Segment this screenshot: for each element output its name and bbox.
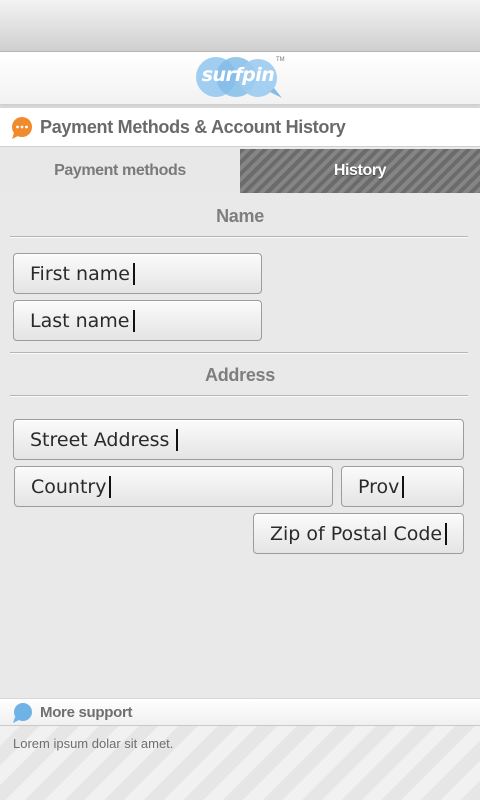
text-caret <box>132 309 135 332</box>
country-field[interactable]: Country <box>14 466 333 507</box>
text-caret <box>445 522 448 545</box>
province-placeholder: Prov <box>358 475 400 498</box>
page-title: Payment Methods & Account History <box>40 117 346 137</box>
text-caret <box>402 475 405 498</box>
more-support-label: More support <box>40 704 133 721</box>
tab-payment-methods[interactable]: Payment methods <box>0 149 240 193</box>
more-support-bar[interactable]: More support <box>0 698 480 726</box>
last-name-field[interactable]: Last name <box>13 300 262 341</box>
footer: Lorem ipsum dolar sit amet. <box>0 726 480 800</box>
surfpin-logo: surfpin TM <box>194 56 288 100</box>
address-section-heading: Address <box>205 365 275 385</box>
page-header: Payment Methods & Account History <box>0 107 480 147</box>
status-bar <box>0 0 480 52</box>
divider <box>10 395 468 397</box>
street-address-placeholder: Street Address <box>30 428 170 451</box>
text-caret <box>132 262 135 285</box>
province-field[interactable]: Prov <box>341 466 464 507</box>
divider <box>10 352 468 354</box>
logo-text: surfpin <box>201 64 275 86</box>
text-caret <box>176 428 179 451</box>
footer-text: Lorem ipsum dolar sit amet. <box>13 736 174 751</box>
street-address-field[interactable]: Street Address <box>13 419 464 460</box>
trademark-mark: TM <box>276 57 285 63</box>
postal-code-placeholder: Zip of Postal Code <box>270 522 443 545</box>
text-caret <box>109 475 112 498</box>
country-placeholder: Country <box>31 475 107 498</box>
name-section-heading: Name <box>216 206 264 226</box>
tab-bar: Payment methods History <box>0 149 480 193</box>
logo-bar: surfpin TM <box>0 52 480 105</box>
postal-code-field[interactable]: Zip of Postal Code <box>253 513 464 554</box>
chat-bubble-icon <box>12 117 32 139</box>
speech-bubble-icon <box>13 703 32 723</box>
last-name-placeholder: Last name <box>30 309 130 332</box>
divider <box>10 236 468 238</box>
first-name-placeholder: First name <box>30 262 130 285</box>
tab-history[interactable]: History <box>240 149 480 193</box>
first-name-field[interactable]: First name <box>13 253 262 294</box>
